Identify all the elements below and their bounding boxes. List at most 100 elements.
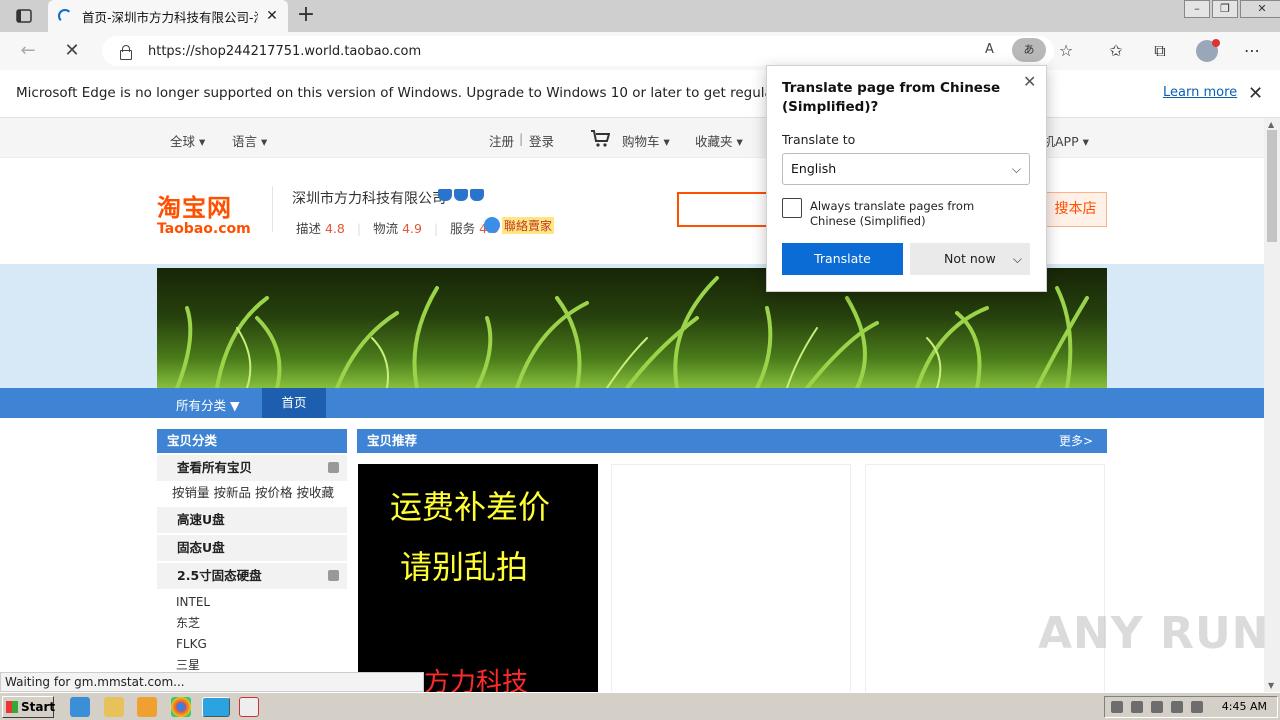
tray-flag-icon[interactable] (1191, 701, 1203, 713)
home-tab[interactable]: 首页 (262, 388, 326, 418)
cart-icon (591, 130, 610, 147)
add-favorite-icon[interactable]: ☆ (1055, 41, 1077, 61)
loading-spinner-icon (58, 9, 72, 23)
product-image-text: 请别乱拍 (400, 548, 529, 586)
url-text: https://shop244217751.world.taobao.com (148, 43, 422, 59)
scroll-thumb[interactable] (1267, 130, 1277, 242)
tab-title: 首页-深圳市方力科技有限公司-淘 (82, 9, 258, 25)
translate-button[interactable]: Translate (782, 243, 903, 275)
restore-button[interactable]: ❐ (1212, 0, 1238, 18)
taobao-logo[interactable]: 淘宝网 Taobao.com (157, 188, 251, 237)
collapse-icon[interactable] (328, 570, 339, 581)
not-now-label: Not now (944, 251, 996, 266)
media-player-icon[interactable] (137, 697, 157, 717)
language-menu[interactable]: 语言 ▾ (232, 131, 267, 150)
browser-tab[interactable]: 首页-深圳市方力科技有限公司-淘 ✕ (48, 0, 288, 32)
product-card[interactable]: 运费补差价 请别乱拍 方力科技 (358, 464, 598, 692)
translate-popup-title: Translate page from Chinese (Simplified)… (782, 80, 1001, 115)
scroll-up-icon[interactable]: ▲ (1268, 120, 1274, 129)
anyrun-watermark: ANY RUN (1038, 608, 1270, 659)
search-input[interactable] (677, 192, 767, 227)
tray-arrow-icon[interactable] (1111, 701, 1123, 713)
category-high-speed-usb[interactable]: 高速U盘 (157, 507, 347, 533)
category-sidebar: 宝贝分类 查看所有宝贝 按销量 按新品 按价格 按收藏 高速U盘 固态U盘 2.… (157, 429, 347, 676)
collections-icon[interactable]: ⧉ (1149, 41, 1171, 61)
shop-crown-badge-icon (438, 189, 486, 201)
tab-actions-button[interactable] (6, 4, 42, 28)
chevron-down-icon[interactable]: ⌵ (1013, 243, 1022, 275)
category-ssd[interactable]: 2.5寸固态硬盘 (157, 563, 347, 589)
chrome-icon[interactable] (171, 697, 191, 717)
window-controls: – ❐ ✕ (1182, 0, 1280, 18)
infobar-message: Microsoft Edge is no longer supported on… (16, 85, 862, 101)
chat-icon (484, 217, 500, 233)
cart-link[interactable]: 购物车 ▾ (622, 131, 670, 150)
sort-by-favorites[interactable]: 按收藏 (297, 485, 335, 500)
favorites-menu[interactable]: 收藏夹 ▾ (695, 131, 743, 150)
translate-icon[interactable]: あ (1012, 38, 1046, 62)
tray-network-icon[interactable] (1131, 701, 1143, 713)
lock-icon (118, 44, 132, 60)
search-shop-button[interactable]: 搜本店 (1044, 192, 1107, 227)
favorites-icon[interactable]: ✩ (1105, 41, 1127, 61)
address-bar[interactable]: https://shop244217751.world.taobao.com (102, 36, 1054, 66)
read-aloud-icon[interactable]: A (985, 42, 994, 57)
translate-popup: Translate page from Chinese (Simplified)… (766, 65, 1047, 292)
sort-by-new[interactable]: 按新品 (214, 485, 252, 500)
explorer-icon[interactable] (104, 697, 124, 717)
product-card[interactable] (611, 464, 851, 692)
always-translate-label: Always translate pages from Chinese (Sim… (810, 199, 975, 228)
recommend-header: 宝贝推荐 更多> (357, 429, 1107, 453)
subcategory-flkg[interactable]: FLKG (157, 634, 347, 655)
logo-cn: 淘宝网 (157, 194, 232, 222)
sort-by-sales[interactable]: 按销量 (172, 485, 210, 500)
rating-logistics-label: 物流 (373, 221, 399, 236)
global-menu[interactable]: 全球 ▾ (170, 131, 205, 150)
page-scrollbar[interactable]: ▲ ▼ (1264, 118, 1280, 692)
edge-icon[interactable] (202, 697, 230, 717)
contact-seller-button[interactable]: 聯絡賣家 (484, 216, 555, 234)
infobar-close-icon[interactable]: ✕ (1248, 83, 1263, 104)
sidebar-title: 宝贝分类 (157, 429, 347, 453)
contact-seller-label: 聯絡賣家 (502, 216, 555, 234)
ie-icon[interactable] (70, 697, 90, 717)
settings-more-icon[interactable]: ⋯ (1241, 41, 1263, 61)
all-categories-menu[interactable]: 所有分类 ▼ (176, 395, 240, 414)
site-top-nav: 全球 ▾ 语言 ▾ 注册 | 登录 购物车 ▾ 收藏夹 ▾ 手机APP ▾ (0, 118, 1264, 158)
app-icon[interactable] (239, 697, 259, 717)
profile-avatar[interactable] (1196, 39, 1220, 62)
stop-loading-button[interactable]: ✕ (58, 39, 86, 63)
window-close-button[interactable]: ✕ (1240, 0, 1280, 18)
subcategory-intel[interactable]: INTEL (157, 592, 347, 613)
tray-display-icon[interactable] (1171, 701, 1183, 713)
new-tab-button[interactable]: + (294, 4, 318, 28)
not-now-button[interactable]: Not now ⌵ (910, 243, 1030, 275)
category-solid-state-usb[interactable]: 固态U盘 (157, 535, 347, 561)
windows-taskbar: Start 4:45 AM (0, 692, 1280, 720)
always-translate-checkbox[interactable] (782, 198, 802, 218)
sort-by-price[interactable]: 按价格 (255, 485, 293, 500)
tab-close-icon[interactable]: ✕ (264, 8, 280, 24)
start-button[interactable]: Start (2, 696, 55, 718)
more-link[interactable]: 更多> (1059, 429, 1093, 453)
shop-name[interactable]: 深圳市方力科技有限公司 (292, 188, 446, 208)
scroll-down-icon[interactable]: ▼ (1268, 681, 1274, 690)
subcategory-toshiba[interactable]: 东芝 (157, 613, 347, 634)
status-bar: Waiting for gm.mmstat.com... (0, 672, 424, 692)
login-link[interactable]: 登录 (529, 131, 554, 150)
collapse-icon[interactable] (328, 462, 339, 473)
target-language-select[interactable]: English ⌵ (782, 153, 1030, 185)
unsupported-os-infobar: Microsoft Edge is no longer supported on… (0, 70, 1280, 118)
register-link[interactable]: 注册 (489, 131, 514, 150)
nav-divider: | (519, 131, 524, 146)
browser-toolbar: ← ✕ https://shop244217751.world.taobao.c… (0, 32, 1280, 70)
view-all-items-link[interactable]: 查看所有宝贝 (157, 455, 347, 481)
chevron-down-icon: ⌵ (1011, 162, 1021, 176)
product-image-text: 运费补差价 (390, 488, 551, 526)
tray-volume-icon[interactable] (1151, 701, 1163, 713)
minimize-button[interactable]: – (1184, 0, 1210, 18)
back-button[interactable]: ← (14, 39, 42, 63)
popup-close-icon[interactable]: ✕ (1023, 72, 1036, 91)
learn-more-link[interactable]: Learn more (1163, 85, 1237, 100)
web-page: 全球 ▾ 语言 ▾ 注册 | 登录 购物车 ▾ 收藏夹 ▾ 手机APP ▾ 淘宝… (0, 118, 1264, 692)
